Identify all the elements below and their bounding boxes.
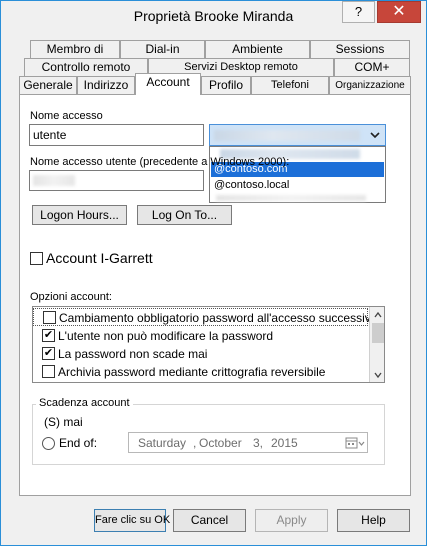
tab-profilo[interactable]: Profilo [201, 76, 251, 94]
tab-ambiente[interactable]: Ambiente [205, 40, 310, 58]
option-checkbox[interactable]: ✔ [42, 347, 55, 360]
option-label: Archivia password mediante crittografia … [58, 365, 326, 379]
tab-account[interactable]: Account [135, 73, 201, 95]
pre2000-label: Nome accesso utente (precedente a Window… [30, 156, 290, 168]
option-checkbox[interactable] [43, 311, 56, 324]
domain-redacted [214, 130, 360, 141]
options-scrollbar[interactable] [369, 307, 384, 382]
tab-indirizzo[interactable]: Indirizzo [77, 76, 135, 94]
log-on-to-button[interactable]: Log On To... [137, 205, 232, 225]
account-options-list[interactable]: Cambiamento obbligatorio password all'ac… [32, 306, 385, 383]
end-of-label: End of: [59, 436, 98, 450]
list-item[interactable]: ✔ L'utente non può modificare la passwor… [33, 327, 368, 345]
calendar-icon[interactable] [345, 436, 365, 450]
chevron-down-icon [368, 128, 382, 142]
chevron-down-icon[interactable] [373, 369, 383, 379]
chevron-up-icon[interactable] [373, 309, 383, 319]
expiry-date-picker[interactable]: Saturday , October 3, 2015 [128, 432, 368, 453]
logon-name-input[interactable]: utente [29, 124, 204, 146]
option-label: L'utente non può modificare la password [58, 329, 274, 343]
option-checkbox[interactable]: ✔ [42, 329, 55, 342]
date-month[interactable]: October [199, 436, 242, 450]
list-item[interactable]: ✔ La password non scade mai [33, 345, 368, 363]
option-label: La password non scade mai [58, 347, 208, 361]
account-options-label: Opzioni account: [30, 291, 112, 303]
pre2000-domain-redacted [33, 175, 75, 186]
tab-sessions[interactable]: Sessions [310, 40, 410, 58]
logon-hours-button[interactable]: Logon Hours... [32, 205, 127, 225]
logon-name-label: Nome accesso [30, 110, 103, 122]
ok-button[interactable]: Fare clic su OK [94, 509, 170, 532]
never-option[interactable]: (S) mai [44, 415, 83, 429]
domain-dropdown-list: @contoso.com @contoso.local [209, 146, 386, 203]
list-item[interactable]: Archivia password mediante crittografia … [33, 363, 368, 381]
unlock-account-checkbox[interactable] [30, 252, 43, 265]
date-day[interactable]: 3, [253, 436, 263, 450]
end-of-radio[interactable] [42, 437, 55, 450]
close-button[interactable]: ✕ [377, 1, 421, 23]
option-checkbox[interactable] [42, 365, 55, 378]
tab-organizzazione[interactable]: Organizzazione [329, 76, 411, 94]
date-year[interactable]: 2015 [271, 436, 298, 450]
date-weekday[interactable]: Saturday [138, 436, 186, 450]
account-expiry-label: Scadenza account [36, 397, 133, 409]
domain-dropdown[interactable] [209, 124, 386, 146]
tab-membro-di[interactable]: Membro di [30, 40, 120, 58]
tab-controllo-remoto[interactable]: Controllo remoto [24, 58, 148, 76]
tab-generale[interactable]: Generale [19, 76, 77, 94]
help-title-button[interactable]: ? [342, 1, 375, 23]
domain-option-contoso-local[interactable]: @contoso.local [211, 178, 384, 193]
apply-button[interactable]: Apply [255, 509, 328, 532]
tab-dial-in[interactable]: Dial-in [120, 40, 205, 58]
tab-com-plus[interactable]: COM+ [334, 58, 410, 76]
tab-telefoni[interactable]: Telefoni [251, 76, 329, 94]
unlock-account-label: Account I-Garrett [46, 250, 153, 266]
scrollbar-thumb[interactable] [372, 323, 384, 343]
cancel-button[interactable]: Cancel [173, 509, 246, 532]
date-separator: , [193, 436, 197, 450]
domain-option-redacted-2 [216, 195, 366, 201]
help-button[interactable]: Help [337, 509, 410, 532]
option-label: Cambiamento obbligatorio password all'ac… [59, 311, 378, 325]
pre2000-domain-input[interactable] [29, 170, 204, 191]
list-item[interactable]: Cambiamento obbligatorio password all'ac… [33, 308, 377, 326]
